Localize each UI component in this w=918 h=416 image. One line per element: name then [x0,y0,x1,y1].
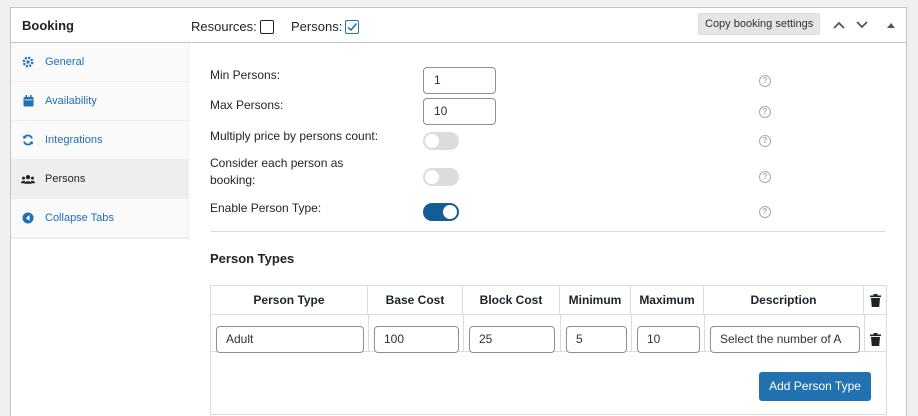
tab-label: Integrations [45,134,103,146]
collapse-icon [21,211,35,225]
booking-tabs-sidebar: General Availability Integrations Person… [11,43,189,239]
column-header: Maximum [631,286,704,315]
person-types-table: Person Type Base Cost Block Cost Minimum… [210,285,887,415]
each-person-booking-label: Consider each person as booking: [210,156,344,187]
column-header: Person Type [211,286,368,315]
persons-checkbox[interactable] [345,19,360,34]
check-icon [347,22,358,31]
tab-general[interactable]: General [11,43,188,82]
calendar-icon [21,94,35,108]
max-persons-input[interactable]: 10 [423,98,496,125]
copy-booking-settings-button[interactable]: Copy booking settings [698,13,821,35]
multiply-price-toggle[interactable] [423,132,459,150]
column-header: Minimum [560,286,631,315]
add-person-type-button[interactable]: Add Person Type [759,372,871,401]
tab-label: Availability [45,95,97,107]
tab-label: General [45,56,85,68]
collapse-panel-icon[interactable] [883,17,899,33]
help-icon[interactable]: ? [759,206,771,218]
column-header: Description [704,286,864,315]
table-header: Person Type Base Cost Block Cost Minimum… [211,286,886,315]
help-icon[interactable]: ? [759,106,771,118]
booking-panel: Booking Resources: Persons: Copy booking… [10,7,907,416]
persons-label: Persons: [291,19,343,34]
tab-label: Collapse Tabs [45,212,114,224]
help-icon[interactable]: ? [759,171,771,183]
panel-title: Booking [22,18,74,33]
min-persons-label: Min Persons: [210,68,281,82]
each-person-booking-toggle[interactable] [423,168,459,186]
base-cost-input[interactable]: 100 [374,326,459,353]
help-icon[interactable]: ? [759,135,771,147]
tab-collapse[interactable]: Collapse Tabs [11,199,188,238]
maximum-input[interactable]: 10 [637,326,700,353]
tab-label: Persons [45,173,86,185]
gear-icon [21,55,35,69]
trash-icon [869,293,881,307]
tab-availability[interactable]: Availability [11,82,188,121]
resources-option[interactable]: Resources: [191,19,274,34]
chevron-up-icon[interactable] [831,17,847,33]
enable-person-type-label: Enable Person Type: [210,201,322,215]
minimum-input[interactable]: 5 [566,326,627,353]
help-icon[interactable]: ? [759,75,771,87]
tab-persons[interactable]: Persons [11,160,188,199]
delete-row-icon[interactable] [869,332,881,346]
users-icon [21,172,35,186]
block-cost-input[interactable]: 25 [469,326,555,353]
resources-label: Resources: [191,19,257,34]
enable-person-type-toggle[interactable] [423,203,459,221]
tab-integrations[interactable]: Integrations [11,121,188,160]
resources-checkbox[interactable] [259,19,274,34]
panel-header: Booking Resources: Persons: Copy booking… [11,8,906,43]
persons-option[interactable]: Persons: [291,19,360,34]
person-types-title: Person Types [210,251,295,266]
max-persons-label: Max Persons: [210,98,284,112]
column-header: Block Cost [463,286,560,315]
chevron-down-icon[interactable] [854,17,870,33]
sync-icon [21,133,35,147]
column-header: Base Cost [368,286,463,315]
person-type-input[interactable]: Adult [216,326,364,353]
description-input[interactable]: Select the number of A [710,326,860,353]
section-divider [210,231,886,232]
multiply-price-label: Multiply price by persons count: [210,129,379,143]
min-persons-input[interactable]: 1 [423,67,496,94]
